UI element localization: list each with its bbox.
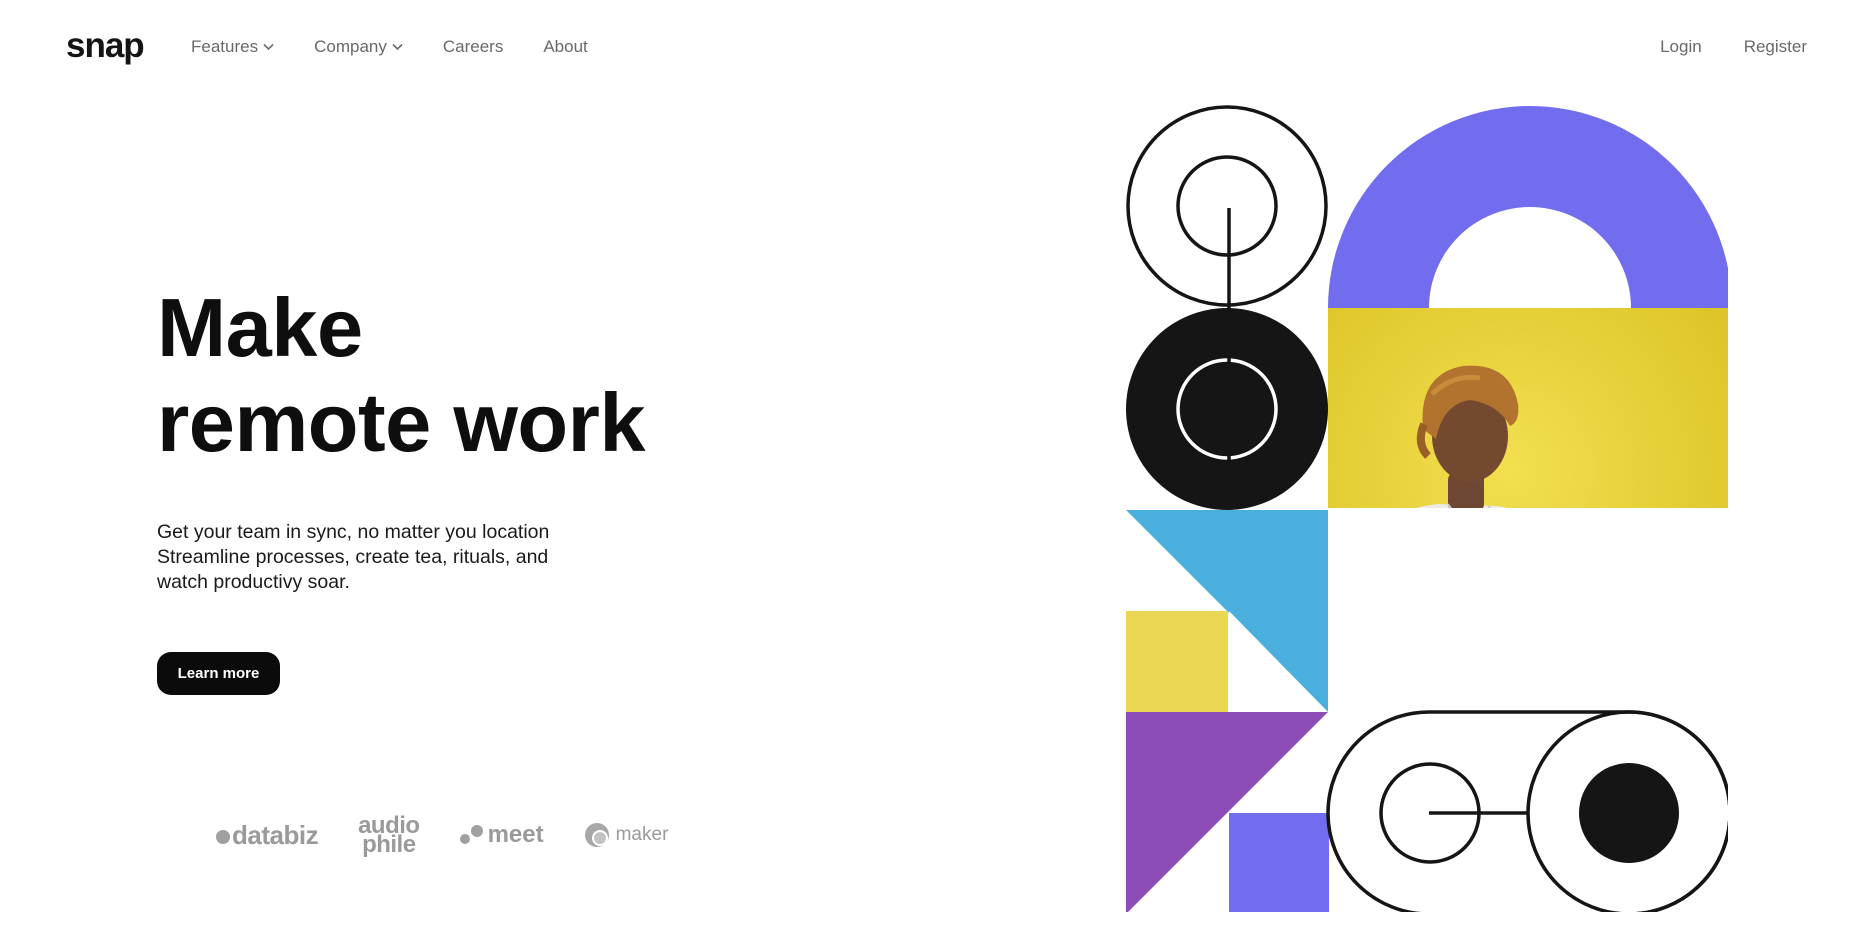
client-databiz: databiz bbox=[216, 819, 319, 851]
hero-title: Make remote work bbox=[157, 280, 646, 470]
nav-item-label: Features bbox=[191, 37, 259, 56]
nav-item-label: About bbox=[543, 37, 588, 56]
client-name: maker bbox=[615, 824, 669, 845]
client-name: meet bbox=[487, 821, 544, 848]
client-logos: databiz audio phile meet maker bbox=[216, 814, 669, 858]
client-meet: meet bbox=[459, 821, 544, 849]
indigo-square-shape bbox=[1229, 813, 1329, 912]
databiz-logo-icon bbox=[216, 829, 230, 844]
yellow-square-shape bbox=[1126, 611, 1228, 712]
hero-title-line: remote work bbox=[157, 376, 646, 469]
nav-item-company[interactable]: Company bbox=[314, 37, 403, 57]
hero-illustration bbox=[1126, 105, 1728, 912]
indigo-arch-shape bbox=[1328, 106, 1728, 308]
brand-logo[interactable]: snap bbox=[66, 26, 145, 66]
nav-item-label: Company bbox=[314, 37, 387, 56]
top-navigation: snap Features Company Careers About Logi… bbox=[0, 0, 1873, 94]
nav-links: Features Company Careers About bbox=[191, 37, 628, 57]
hero-title-line: Make bbox=[157, 281, 363, 374]
nav-item-careers[interactable]: Careers bbox=[443, 37, 503, 57]
outline-circles-shape bbox=[1126, 105, 1328, 307]
hero-description-line: Get your team in sync, no matter you loc… bbox=[157, 521, 550, 543]
hero-description: Get your team in sync, no matter you loc… bbox=[157, 520, 597, 595]
nav-item-about[interactable]: About bbox=[543, 37, 587, 57]
client-audiophile: audio phile bbox=[358, 814, 420, 858]
maker-logo-icon bbox=[584, 823, 609, 847]
outline-pill-shape bbox=[1326, 710, 1728, 912]
login-link[interactable]: Login bbox=[1660, 37, 1702, 57]
client-name: databiz bbox=[232, 819, 319, 850]
person-with-laptop-photo bbox=[1328, 308, 1728, 508]
chevron-down-icon bbox=[392, 43, 403, 51]
nav-item-label: Careers bbox=[442, 37, 504, 56]
learn-more-button[interactable]: Learn more bbox=[157, 652, 280, 695]
client-maker: maker bbox=[584, 822, 669, 848]
black-circle-shape bbox=[1126, 308, 1328, 510]
meet-logo-icon bbox=[459, 823, 484, 847]
auth-links: Login Register bbox=[1618, 37, 1807, 57]
client-name: phile bbox=[362, 831, 416, 858]
register-link[interactable]: Register bbox=[1744, 37, 1807, 57]
nav-item-features[interactable]: Features bbox=[191, 37, 274, 57]
hero-description-line: Streamline processes, create tea, ritual… bbox=[157, 546, 549, 568]
chevron-down-icon bbox=[263, 43, 274, 51]
hero-description-line: watch productivy soar. bbox=[157, 571, 350, 593]
